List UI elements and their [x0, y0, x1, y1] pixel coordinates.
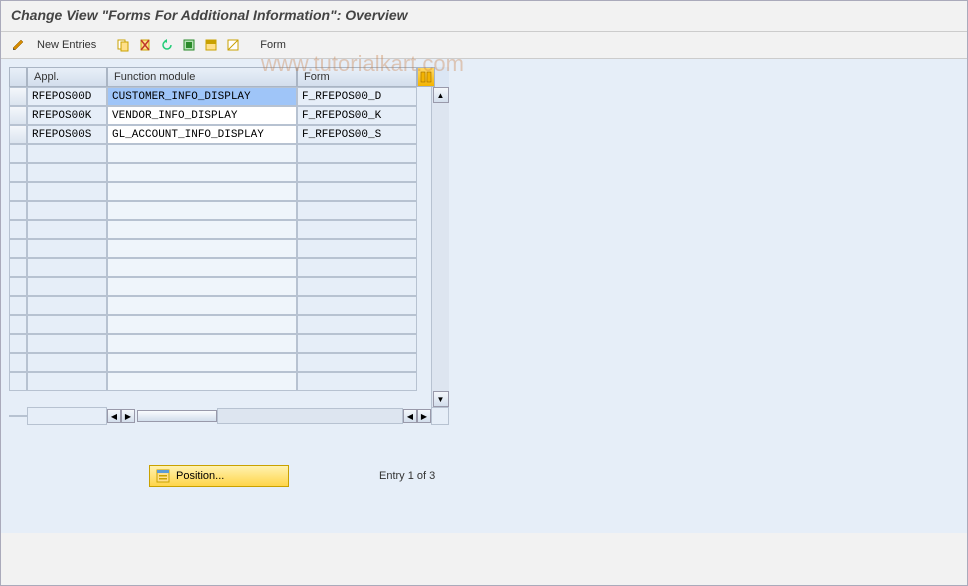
form-button[interactable]: Form	[254, 37, 292, 53]
vertical-scrollbar[interactable]: ▲ ▼	[431, 87, 449, 407]
cell-appl[interactable]: RFEPOS00S	[27, 125, 107, 144]
position-button[interactable]: Position...	[149, 465, 289, 487]
select-all-icon[interactable]	[180, 36, 198, 54]
undo-change-icon[interactable]	[158, 36, 176, 54]
toggle-change-icon[interactable]	[9, 36, 27, 54]
cell-appl[interactable]: RFEPOS00K	[27, 106, 107, 125]
col-header-function-module[interactable]: Function module	[107, 67, 297, 87]
title-bar: Change View "Forms For Additional Inform…	[1, 1, 967, 32]
table-row-empty[interactable]	[9, 315, 449, 334]
delete-icon[interactable]	[136, 36, 154, 54]
cell-form[interactable]: F_RFEPOS00_K	[297, 106, 417, 125]
footer-area: Position... Entry 1 of 3	[9, 465, 959, 487]
cell-function-module[interactable]: VENDOR_INFO_DISPLAY	[107, 106, 297, 125]
content-area: Appl. Function module Form RFEPOS00D CUS…	[1, 59, 967, 533]
col-header-form[interactable]: Form	[297, 67, 417, 87]
table-row-empty[interactable]	[9, 334, 449, 353]
position-icon	[156, 469, 170, 483]
row-selector-header[interactable]	[9, 67, 27, 87]
grid-corner	[9, 415, 27, 417]
scroll-left-end-icon[interactable]: ◀	[403, 409, 417, 423]
cell-function-module[interactable]: GL_ACCOUNT_INFO_DISPLAY	[107, 125, 297, 144]
scroll-down-icon[interactable]: ▼	[433, 391, 449, 407]
grid-body: RFEPOS00D CUSTOMER_INFO_DISPLAY F_RFEPOS…	[9, 87, 449, 407]
cell-form[interactable]: F_RFEPOS00_D	[297, 87, 417, 106]
table-row[interactable]: RFEPOS00K VENDOR_INFO_DISPLAY F_RFEPOS00…	[9, 106, 449, 125]
table-row-empty[interactable]	[9, 144, 449, 163]
table-row-empty[interactable]	[9, 258, 449, 277]
row-selector[interactable]	[9, 106, 27, 125]
new-entries-button[interactable]: New Entries	[31, 37, 102, 53]
row-selector[interactable]	[9, 125, 27, 144]
scroll-right-end-icon[interactable]: ▶	[417, 409, 431, 423]
configure-columns-icon[interactable]	[417, 67, 435, 87]
table-row[interactable]: RFEPOS00S GL_ACCOUNT_INFO_DISPLAY F_RFEP…	[9, 125, 449, 144]
scroll-thumb[interactable]	[137, 410, 217, 422]
deselect-all-icon[interactable]	[224, 36, 242, 54]
page-title: Change View "Forms For Additional Inform…	[11, 7, 408, 23]
table-row-empty[interactable]	[9, 296, 449, 315]
table-row[interactable]: RFEPOS00D CUSTOMER_INFO_DISPLAY F_RFEPOS…	[9, 87, 449, 106]
entry-counter: Entry 1 of 3	[379, 470, 435, 482]
table-row-empty[interactable]	[9, 372, 449, 391]
col-header-appl[interactable]: Appl.	[27, 67, 107, 87]
cell-form[interactable]: F_RFEPOS00_S	[297, 125, 417, 144]
select-block-icon[interactable]	[202, 36, 220, 54]
application-toolbar: New Entries Form	[1, 32, 967, 59]
row-selector[interactable]	[9, 87, 27, 106]
table-row-empty[interactable]	[9, 277, 449, 296]
table-row-empty[interactable]	[9, 201, 449, 220]
table-row-empty[interactable]	[9, 182, 449, 201]
cell-function-module[interactable]: CUSTOMER_INFO_DISPLAY	[107, 87, 297, 106]
table-row-empty[interactable]	[9, 163, 449, 182]
table-row-empty[interactable]	[9, 239, 449, 258]
table-row-empty[interactable]	[9, 353, 449, 372]
position-button-label: Position...	[176, 470, 224, 482]
scroll-right-icon[interactable]: ▶	[121, 409, 135, 423]
scroll-left-icon[interactable]: ◀	[107, 409, 121, 423]
horizontal-scrollbar-row: ◀ ▶ ◀ ▶	[9, 407, 449, 425]
copy-as-icon[interactable]	[114, 36, 132, 54]
data-grid: Appl. Function module Form RFEPOS00D CUS…	[9, 67, 449, 425]
cell-appl[interactable]: RFEPOS00D	[27, 87, 107, 106]
grid-header-row: Appl. Function module Form	[9, 67, 449, 87]
table-row-empty[interactable]	[9, 220, 449, 239]
scroll-up-icon[interactable]: ▲	[433, 87, 449, 103]
